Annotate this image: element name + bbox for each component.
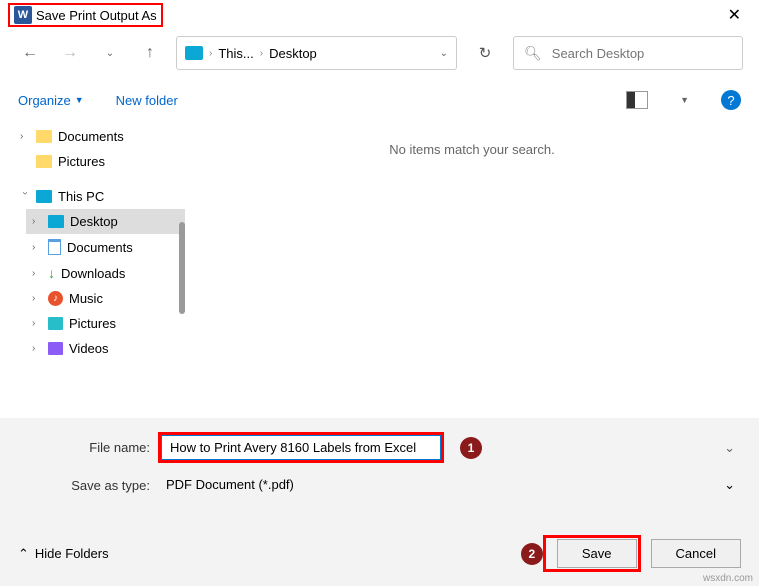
breadcrumb[interactable]: › This... › Desktop ⌄ — [176, 36, 457, 70]
tree-item-documents-quick[interactable]: › Documents — [14, 124, 185, 149]
music-icon: ♪ — [48, 291, 63, 306]
pictures-icon — [48, 317, 63, 330]
watermark: wsxdn.com — [703, 573, 753, 584]
callout-2: 2 — [521, 543, 543, 565]
chevron-right-icon: › — [260, 48, 263, 59]
search-input[interactable] — [552, 46, 732, 61]
chevron-right-icon[interactable]: › — [32, 216, 42, 227]
search-icon: 🔍︎ — [524, 45, 542, 62]
chevron-right-icon[interactable]: › — [32, 293, 42, 304]
tree-item-downloads[interactable]: › ↓ Downloads — [26, 260, 185, 286]
download-icon: ↓ — [48, 265, 55, 281]
sidebar-tree[interactable]: › Documents › Pictures › This PC › Deskt… — [0, 118, 185, 418]
save-as-type-dropdown[interactable]: PDF Document (*.pdf) ⌄ — [158, 473, 743, 497]
tree-item-videos[interactable]: › Videos — [26, 336, 185, 361]
recent-dropdown[interactable]: ⌄ — [96, 39, 124, 67]
view-dropdown[interactable]: ▼ — [680, 95, 689, 105]
document-icon — [48, 239, 61, 255]
filename-label: File name: — [0, 440, 150, 455]
view-options-button[interactable] — [626, 91, 648, 109]
chevron-right-icon[interactable]: › — [32, 268, 42, 279]
tree-item-documents[interactable]: › Documents — [26, 234, 185, 260]
chevron-down-icon[interactable]: ⌄ — [440, 48, 448, 59]
new-folder-button[interactable]: New folder — [116, 93, 178, 108]
help-button[interactable]: ? — [721, 90, 741, 110]
back-button[interactable]: ← — [16, 39, 44, 67]
chevron-right-icon[interactable]: › — [32, 318, 42, 329]
up-button[interactable]: ↑ — [136, 39, 164, 67]
chevron-right-icon: › — [209, 48, 212, 59]
breadcrumb-item[interactable]: Desktop — [269, 46, 317, 61]
cancel-button[interactable]: Cancel — [651, 539, 741, 568]
type-label: Save as type: — [0, 478, 150, 493]
chevron-down-icon: ▼ — [75, 95, 84, 105]
pc-icon — [36, 190, 52, 203]
save-button[interactable]: Save — [557, 539, 637, 568]
tree-item-music[interactable]: › ♪ Music — [26, 286, 185, 311]
callout-1: 1 — [460, 437, 482, 459]
organize-button[interactable]: Organize ▼ — [18, 93, 84, 108]
chevron-right-icon[interactable]: › — [32, 242, 42, 253]
chevron-down-icon[interactable]: › — [20, 192, 31, 202]
hide-folders-button[interactable]: ⌃ Hide Folders — [18, 546, 109, 562]
tree-item-pictures[interactable]: › Pictures — [26, 311, 185, 336]
sidebar-scrollbar[interactable] — [179, 222, 185, 314]
breadcrumb-item[interactable]: This... — [218, 46, 253, 61]
filename-input[interactable]: How to Print Avery 8160 Labels from Exce… — [161, 435, 441, 460]
chevron-right-icon[interactable]: › — [20, 131, 30, 142]
folder-icon — [36, 130, 52, 143]
tree-item-desktop[interactable]: › Desktop — [26, 209, 185, 234]
dialog-title: Save Print Output As — [36, 8, 157, 23]
folder-icon — [36, 155, 52, 168]
refresh-button[interactable]: ↻ — [469, 37, 501, 69]
empty-message: No items match your search. — [389, 142, 554, 157]
video-icon — [48, 342, 63, 355]
chevron-down-icon: ⌄ — [724, 477, 735, 493]
pc-icon — [185, 46, 203, 60]
filename-dropdown[interactable]: ⌄ — [490, 440, 743, 456]
tree-item-pictures-quick[interactable]: › Pictures — [14, 149, 185, 174]
tree-item-this-pc[interactable]: › This PC — [14, 184, 185, 209]
forward-button[interactable]: → — [56, 39, 84, 67]
search-box[interactable]: 🔍︎ — [513, 36, 743, 70]
close-button[interactable]: ✕ — [718, 5, 751, 25]
word-icon: W — [14, 6, 32, 24]
chevron-up-icon: ⌃ — [18, 546, 29, 562]
desktop-icon — [48, 215, 64, 228]
chevron-right-icon[interactable]: › — [32, 343, 42, 354]
